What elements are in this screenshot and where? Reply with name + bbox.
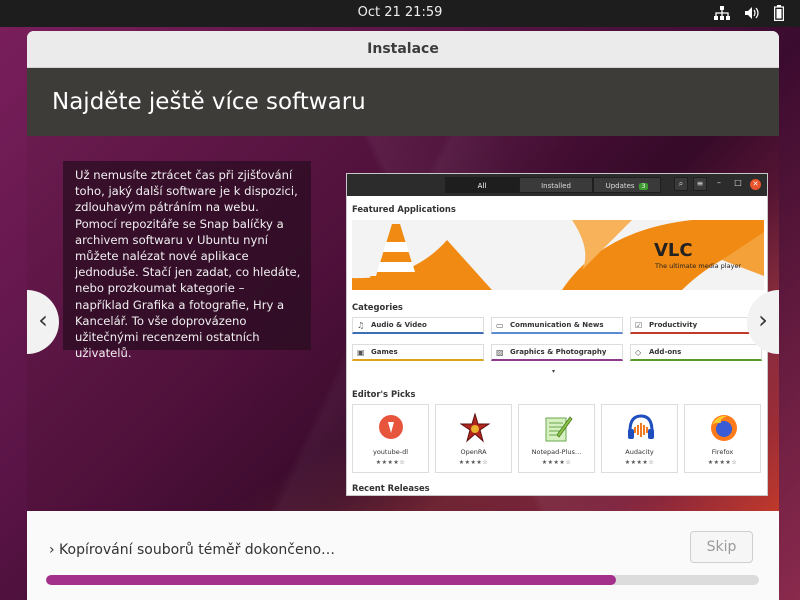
sc-search-icon: ⌕: [674, 177, 688, 191]
check-icon: ☑: [635, 321, 643, 330]
install-status-text[interactable]: › Kopírování souborů téměř dokončeno…: [49, 542, 335, 558]
sc-tab-updates: Updates 3: [593, 177, 661, 193]
sc-featured-heading: Featured Applications: [352, 204, 456, 214]
sc-category-label: Communication & News: [510, 321, 604, 329]
sc-tab-all: All: [445, 177, 519, 193]
slide-heading: Najděte ještě více softwaru: [27, 68, 779, 136]
sc-pick-stars: ★★★★☆: [375, 459, 406, 466]
chevron-down-icon: ▾: [552, 368, 556, 375]
sc-category-addons: ◇ Add-ons: [630, 344, 762, 361]
sc-pick-name: youtube-dl: [372, 448, 408, 456]
skip-button[interactable]: Skip: [690, 531, 753, 563]
sc-category-games: ▣ Games: [352, 344, 484, 361]
battery-icon[interactable]: [774, 5, 784, 21]
notepad-plus-icon: [545, 416, 573, 442]
install-progress-bar: [46, 575, 759, 585]
sc-picks-heading: Editor's Picks: [352, 389, 416, 399]
sc-pick-stars: ★★★★☆: [624, 459, 655, 466]
sc-tab-updates-label: Updates: [605, 182, 635, 190]
sc-headerbar: All Installed Updates 3 ⌕ ≡ – □ ✕: [347, 174, 767, 196]
sc-banner-title: VLC: [654, 240, 693, 261]
sc-category-graphics: ▨ Graphics & Photography: [491, 344, 623, 361]
window-title: Instalace: [27, 31, 779, 68]
sc-banner-subtitle: The ultimate media player: [655, 262, 742, 270]
sc-category-label: Productivity: [649, 321, 698, 329]
network-icon[interactable]: [714, 6, 730, 20]
music-note-icon: ♫: [357, 321, 365, 330]
sc-pick-stars: ★★★★☆: [541, 459, 572, 466]
chat-icon: ▭: [496, 321, 504, 330]
sc-category-label: Graphics & Photography: [510, 348, 607, 356]
youtube-dl-icon: [379, 415, 403, 439]
sc-tab-installed: Installed: [519, 177, 593, 193]
gamepad-icon: ▣: [357, 348, 365, 357]
sc-pick-stars: ★★★★☆: [458, 459, 489, 466]
sc-pick-name: Firefox: [711, 448, 734, 456]
sc-pick-name: Notepad-Plus…: [531, 448, 582, 456]
vlc-banner-art: [352, 220, 764, 290]
sc-categories-heading: Categories: [352, 302, 403, 312]
firefox-icon: [711, 415, 737, 441]
puzzle-icon: ◇: [635, 348, 642, 357]
sc-pick-openra: OpenRA ★★★★☆: [435, 404, 512, 473]
sc-pick-stars: ★★★★☆: [707, 459, 738, 466]
sc-category-productivity: ☑ Productivity: [630, 317, 762, 334]
sc-pick-firefox: Firefox ★★★★☆: [684, 404, 761, 473]
sc-minimize-icon: –: [717, 178, 721, 187]
sc-pick-youtube-dl: youtube-dl ★★★★☆: [352, 404, 429, 473]
volume-icon[interactable]: [744, 6, 760, 20]
sc-controls: ⌕ ≡ – □ ✕: [674, 177, 761, 191]
sc-maximize-icon: □: [734, 178, 742, 187]
openra-icon: [460, 413, 490, 443]
install-status-area: › Kopírování souborů téměř dokončeno… Sk…: [27, 511, 779, 600]
sc-pick-name: Audacity: [625, 448, 654, 456]
sc-pick-notepad-plus: Notepad-Plus… ★★★★☆: [518, 404, 595, 473]
sc-recent-heading: Recent Releases: [352, 483, 430, 493]
sc-updates-badge: 3: [638, 183, 649, 190]
install-progress-fill: [46, 575, 617, 585]
top-bar: Oct 21 21:59: [0, 0, 800, 27]
sc-category-label: Audio & Video: [371, 321, 427, 329]
sc-featured-banner: VLC The ultimate media player: [352, 220, 764, 290]
sc-category-audio-video: ♫ Audio & Video: [352, 317, 484, 334]
sc-close-icon: ✕: [750, 178, 761, 190]
image-icon: ▨: [496, 348, 504, 357]
sc-category-communication: ▭ Communication & News: [491, 317, 623, 334]
slideshow: Už nemusíte ztrácet čas při zjišťování t…: [27, 136, 779, 511]
sc-pick-name: OpenRA: [460, 448, 487, 456]
installer-window: Instalace Najděte ještě více softwaru Už…: [27, 31, 779, 600]
sc-tabs: All Installed Updates 3: [445, 177, 661, 193]
slide-description: Už nemusíte ztrácet čas při zjišťování t…: [63, 161, 311, 360]
audacity-icon: [628, 414, 654, 439]
sc-pick-audacity: Audacity ★★★★☆: [601, 404, 678, 473]
sc-menu-icon: ≡: [693, 177, 707, 191]
system-tray[interactable]: [714, 5, 784, 21]
clock[interactable]: Oct 21 21:59: [0, 5, 800, 20]
sc-category-label: Add-ons: [649, 348, 682, 356]
sc-category-label: Games: [371, 348, 398, 356]
software-center-screenshot: All Installed Updates 3 ⌕ ≡ – □ ✕ Feature…: [346, 173, 768, 496]
